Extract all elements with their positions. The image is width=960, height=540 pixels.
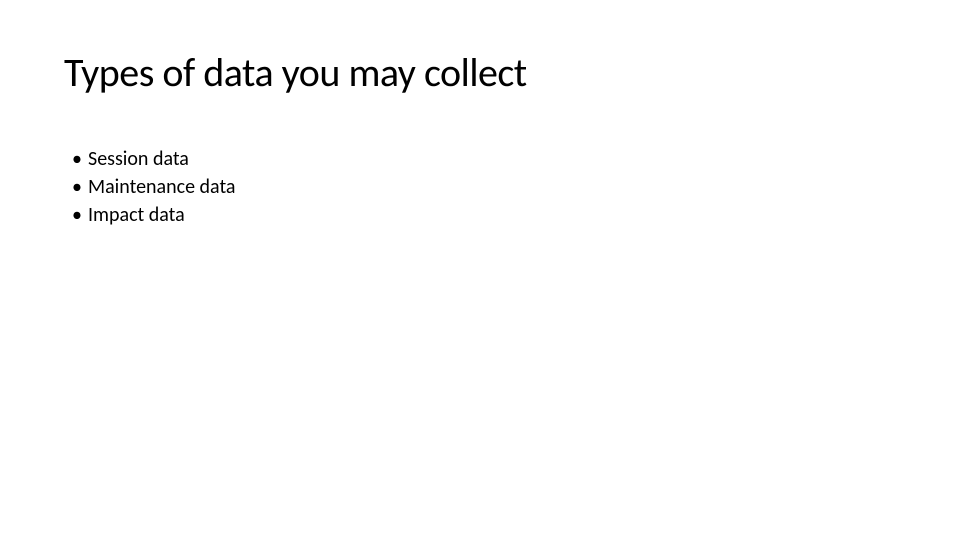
bullet-list: Session data Maintenance data Impact dat…	[64, 145, 896, 229]
slide-content: Types of data you may collect Session da…	[0, 0, 960, 277]
slide-title: Types of data you may collect	[64, 48, 896, 97]
list-item: Session data	[72, 145, 896, 173]
list-item: Impact data	[72, 201, 896, 229]
list-item: Maintenance data	[72, 173, 896, 201]
